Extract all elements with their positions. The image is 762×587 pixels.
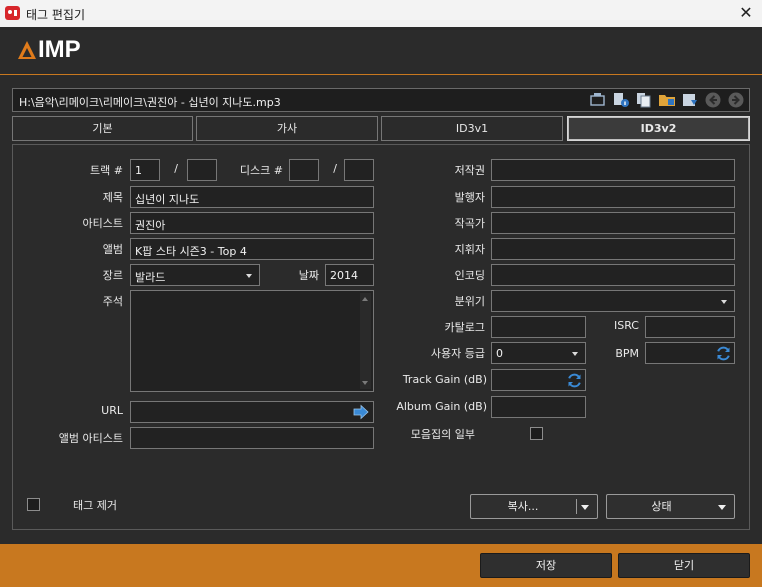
tag-editor-panel: H:\음악\리메이크\리메이크\권진아 - 십년이 지나도.mp3 기본 가사 … (0, 76, 762, 552)
status-button-label: 상태 (651, 500, 672, 513)
tab-id3v1[interactable]: ID3v1 (381, 116, 563, 141)
close-button[interactable]: 닫기 (618, 553, 750, 578)
remove-tag-checkbox[interactable] (27, 498, 40, 511)
save-icon[interactable] (681, 91, 699, 109)
mood-label: 분위기 (454, 295, 485, 308)
tag-info-icon[interactable] (612, 91, 630, 109)
isrc-input[interactable] (645, 316, 735, 338)
genre-select[interactable]: 발라드 (130, 264, 260, 286)
bpm-refresh-icon[interactable] (715, 345, 732, 362)
track-gain-label: Track Gain (dB) (402, 373, 487, 386)
publisher-input[interactable] (491, 186, 735, 208)
title-input[interactable]: 십년이 지나도 (130, 186, 374, 208)
compilation-label: 모음집의 일부 (410, 428, 475, 441)
status-button[interactable]: 상태 (606, 494, 735, 519)
conductor-label: 지휘자 (454, 243, 485, 256)
chevron-down-icon[interactable] (581, 505, 589, 510)
header: IMP (0, 27, 762, 75)
disc-total-input[interactable] (344, 159, 374, 181)
tab-lyrics[interactable]: 가사 (196, 116, 378, 141)
album-artist-input[interactable] (130, 427, 374, 449)
album-input[interactable]: K팝 스타 시즌3 - Top 4 (130, 238, 374, 260)
url-input[interactable] (130, 401, 374, 423)
comment-textarea[interactable] (130, 290, 374, 392)
title-bar: 태그 편집기 ✕ (0, 0, 762, 27)
album-gain-input[interactable] (491, 396, 586, 418)
scroll-up-icon[interactable] (362, 297, 368, 301)
track-label: 트랙 # (90, 164, 123, 177)
copy-button-separator (576, 499, 577, 514)
conductor-input[interactable] (491, 238, 735, 260)
track-slash: / (174, 162, 178, 175)
window-close-button[interactable]: ✕ (730, 0, 762, 27)
comment-label: 주석 (102, 295, 123, 308)
encoded-by-label: 인코딩 (454, 269, 485, 282)
aimp-radio-icon (5, 6, 20, 20)
file-path-bar: H:\음악\리메이크\리메이크\권진아 - 십년이 지나도.mp3 (12, 88, 750, 112)
catalog-input[interactable] (491, 316, 586, 338)
window-title: 태그 편집기 (26, 8, 86, 22)
id3v2-form: 트랙 # 1 / 디스크 # / 제목 십년이 지나도 아티스트 권진아 앨범 … (12, 144, 750, 552)
file-path: H:\음악\리메이크\리메이크\권진아 - 십년이 지나도.mp3 (19, 96, 281, 109)
aimp-logo: IMP (17, 36, 81, 63)
remove-tag-label: 태그 제거 (73, 499, 117, 512)
encoded-by-input[interactable] (491, 264, 735, 286)
date-input[interactable]: 2014 (325, 264, 374, 286)
date-label: 날짜 (298, 269, 319, 282)
track-gain-refresh-icon[interactable] (566, 372, 583, 389)
publisher-label: 발행자 (454, 191, 485, 204)
comment-scrollbar[interactable] (360, 293, 371, 389)
mood-select[interactable] (491, 290, 735, 312)
tab-basic[interactable]: 기본 (12, 116, 193, 141)
copy-icon[interactable] (635, 91, 653, 109)
rating-label: 사용자 등급 (430, 347, 485, 360)
aimp-logo-mark-icon (17, 40, 37, 60)
open-url-icon[interactable] (352, 404, 370, 420)
track-number-input[interactable]: 1 (130, 159, 160, 181)
footer-bar: 저장 닫기 (0, 544, 762, 587)
genre-label: 장르 (102, 269, 123, 282)
url-label: URL (101, 404, 123, 417)
save-button[interactable]: 저장 (480, 553, 612, 578)
album-label: 앨범 (102, 243, 123, 256)
album-gain-label: Album Gain (dB) (396, 400, 487, 413)
copyright-input[interactable] (491, 159, 735, 181)
title-label: 제목 (102, 191, 123, 204)
composer-label: 작곡가 (454, 217, 485, 230)
tab-id3v2[interactable]: ID3v2 (567, 116, 750, 141)
artist-label: 아티스트 (82, 217, 123, 230)
album-artist-label: 앨범 아티스트 (58, 432, 123, 445)
scroll-down-icon[interactable] (362, 381, 368, 385)
tag-tabs: 기본 가사 ID3v1 ID3v2 (12, 116, 750, 141)
composer-input[interactable] (491, 212, 735, 234)
disc-slash: / (333, 162, 337, 175)
disc-label: 디스크 # (239, 164, 283, 177)
media-icon[interactable] (589, 91, 607, 109)
isrc-label: ISRC (613, 319, 639, 332)
rating-select[interactable]: 0 (491, 342, 586, 364)
disc-number-input[interactable] (289, 159, 319, 181)
aimp-logo-text: IMP (38, 36, 81, 63)
copy-button-label: 복사... (507, 500, 539, 513)
copy-button[interactable]: 복사... (470, 494, 598, 519)
copyright-label: 저작권 (454, 164, 485, 177)
prev-icon[interactable] (704, 91, 722, 109)
file-toolbar (589, 91, 745, 109)
next-icon[interactable] (727, 91, 745, 109)
catalog-label: 카탈로그 (444, 321, 485, 334)
compilation-checkbox[interactable] (530, 427, 543, 440)
chevron-down-icon[interactable] (718, 505, 726, 510)
artist-input[interactable]: 권진아 (130, 212, 374, 234)
track-total-input[interactable] (187, 159, 217, 181)
folder-icon[interactable] (658, 91, 676, 109)
bpm-label: BPM (615, 347, 639, 360)
